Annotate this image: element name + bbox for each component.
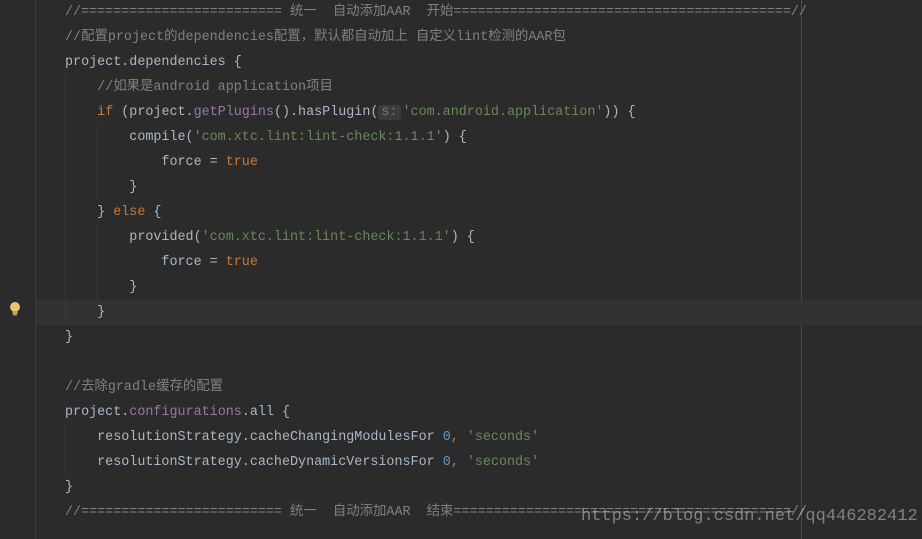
code-token: } — [65, 480, 74, 495]
code-line[interactable]: compile('com.xtc.lint:lint-check:1.1.1')… — [36, 125, 922, 150]
code-token: //去除gradle缓存的配置 — [65, 380, 224, 395]
code-line[interactable]: provided('com.xtc.lint:lint-check:1.1.1'… — [36, 225, 922, 250]
indent-guide — [97, 125, 98, 200]
code-line[interactable]: } — [36, 475, 922, 500]
code-line[interactable]: //========================= 统一 自动添加AAR 开… — [36, 0, 922, 25]
code-token: true — [225, 155, 258, 170]
code-token: ) { — [450, 230, 475, 245]
lightbulb-icon[interactable] — [8, 301, 22, 317]
code-token: project.dependencies { — [65, 55, 242, 70]
code-token: 'seconds' — [466, 455, 540, 470]
code-token: true — [225, 255, 258, 270]
code-token: else — [113, 205, 154, 220]
code-token: //配置project的dependencies配置，默认都自动加上 自定义li… — [65, 30, 566, 45]
code-line[interactable]: } — [36, 300, 922, 325]
code-token: } — [65, 280, 138, 295]
code-line[interactable]: project.dependencies { — [36, 50, 922, 75]
code-token: project. — [65, 405, 130, 420]
code-token: //========================= 统一 自动添加AAR 开… — [65, 5, 807, 20]
code-token: compile( — [65, 130, 194, 145]
code-token: resolutionStrategy.cacheChangingModulesF… — [65, 430, 443, 445]
code-line[interactable] — [36, 350, 922, 375]
code-line[interactable]: resolutionStrategy.cacheChangingModulesF… — [36, 425, 922, 450]
code-token: { — [153, 205, 162, 220]
code-token: )) { — [603, 105, 636, 120]
code-token: configurations — [129, 405, 242, 420]
code-line[interactable]: } — [36, 275, 922, 300]
code-token: } — [65, 205, 114, 220]
editor-gutter — [0, 0, 36, 539]
code-line[interactable]: } — [36, 175, 922, 200]
code-token: } — [65, 305, 106, 320]
code-line[interactable]: } else { — [36, 200, 922, 225]
code-token: , — [450, 430, 467, 445]
code-token: ().hasPlugin( — [273, 105, 379, 120]
indent-guide — [65, 75, 66, 325]
code-token: } — [65, 330, 74, 345]
code-token: .all { — [241, 405, 291, 420]
indent-guide — [65, 425, 66, 475]
watermark: https://blog.csdn.net/qq446282412 — [581, 507, 918, 526]
code-line[interactable]: //配置project的dependencies配置，默认都自动加上 自定义li… — [36, 25, 922, 50]
code-line[interactable]: } — [36, 325, 922, 350]
code-line[interactable]: if (project.getPlugins().hasPlugin(s:'co… — [36, 100, 922, 125]
code-token: force = — [65, 255, 226, 270]
parameter-hint: s: — [378, 105, 401, 120]
code-token: if — [97, 105, 122, 120]
code-token: //如果是android application项目 — [97, 80, 333, 95]
code-token: 'com.xtc.lint:lint-check:1.1.1' — [193, 130, 443, 145]
code-token: 'com.xtc.lint:lint-check:1.1.1' — [201, 230, 451, 245]
code-token: provided( — [65, 230, 202, 245]
code-token: resolutionStrategy.cacheDynamicVersionsF… — [65, 455, 443, 470]
code-line[interactable]: force = true — [36, 150, 922, 175]
code-token: , — [450, 455, 467, 470]
code-line[interactable]: force = true — [36, 250, 922, 275]
code-token: 0 — [442, 430, 451, 445]
code-line[interactable]: //如果是android application项目 — [36, 75, 922, 100]
code-token: ) { — [442, 130, 467, 145]
code-token: (project. — [121, 105, 194, 120]
code-token: 0 — [442, 455, 451, 470]
code-line[interactable]: resolutionStrategy.cacheDynamicVersionsF… — [36, 450, 922, 475]
code-token: 'com.android.application' — [402, 105, 604, 120]
code-line[interactable]: project.configurations.all { — [36, 400, 922, 425]
code-token: getPlugins — [193, 105, 274, 120]
code-token: 'seconds' — [466, 430, 540, 445]
indent-guide — [97, 225, 98, 300]
code-line[interactable]: //去除gradle缓存的配置 — [36, 375, 922, 400]
code-token: } — [65, 180, 138, 195]
code-token: force = — [65, 155, 226, 170]
